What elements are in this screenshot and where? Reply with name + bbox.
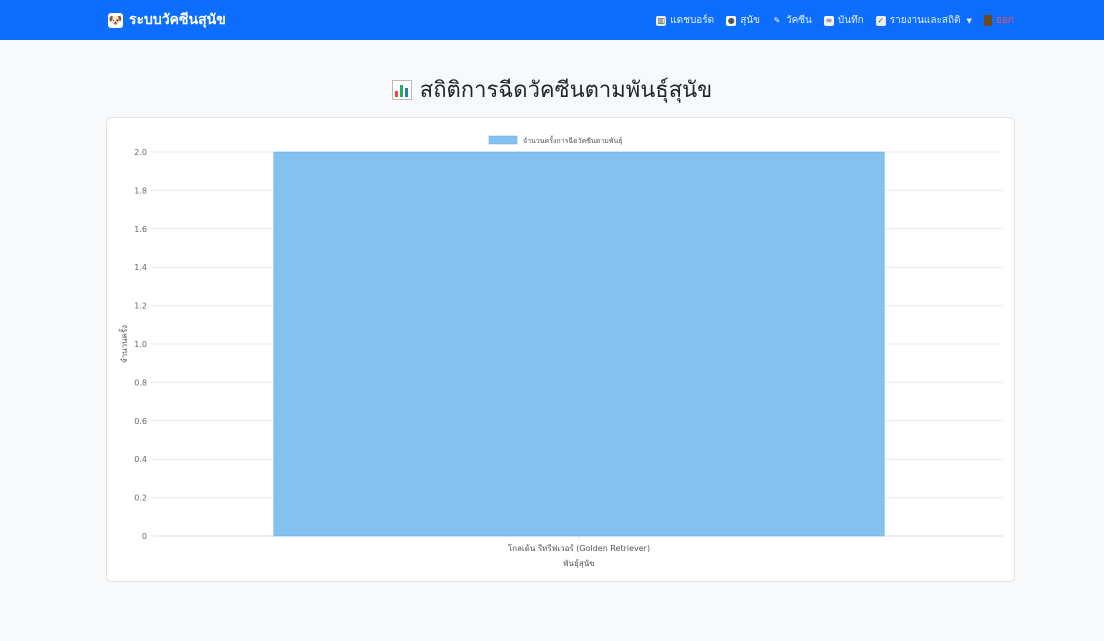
y-tick-label: 0.4 — [134, 455, 147, 464]
y-tick-label: 2.0 — [134, 148, 147, 157]
legend-label: จำนวนครั้งการฉีดวัคซีนตามพันธุ์ — [523, 134, 623, 145]
y-tick-label: 1.4 — [134, 263, 147, 272]
y-tick-label: 0.6 — [134, 417, 147, 426]
y-tick-label: 0.2 — [134, 494, 147, 503]
dog-icon: ● — [726, 15, 737, 26]
y-tick-label: 1.0 — [134, 340, 147, 349]
y-tick-label: 0 — [142, 532, 147, 541]
legend-swatch — [488, 135, 518, 145]
bar — [273, 151, 885, 537]
y-tick-label: 1.2 — [134, 302, 147, 311]
nav-dashboard-label: แดชบอร์ด — [670, 15, 715, 26]
dashboard-icon: ▥ — [656, 15, 667, 26]
y-tick-label: 1.6 — [134, 225, 147, 234]
report-icon: ✓ — [875, 15, 886, 26]
pen-icon: ✎ — [773, 15, 781, 25]
x-axis-title: พันธุ์สุนัข — [563, 558, 594, 568]
nav-reports-label: รายงานและสถิติ — [889, 15, 961, 26]
nav-logout[interactable]: ออก — [983, 13, 1014, 28]
page-title: สถิติการฉีดวัคซีนตามพันธุ์สุนัข — [419, 78, 713, 103]
brand-title: ระบบวัคซีนสุนัข — [129, 12, 226, 28]
nav-reports-dropdown[interactable]: ✓ รายงานและสถิติ ▼ — [875, 13, 972, 28]
page-heading: สถิติการฉีดวัคซีนตามพันธุ์สุนัข — [0, 72, 1104, 107]
top-navbar: 🐶 ระบบวัคซีนสุนัข ▥ แดชบอร์ด ● สุนัข ✎ ว… — [0, 0, 1104, 40]
bar-chart: 0 0.2 0.4 0.6 0.8 1.0 1.2 1.4 1.6 1.8 2.0 โกลเด้น ร… — [118, 134, 1003, 568]
dog-face-icon: 🐶 — [108, 12, 123, 28]
chart-card: 0 0.2 0.4 0.6 0.8 1.0 1.2 1.4 1.6 1.8 2.0 โกลเด้น ร… — [106, 117, 1015, 582]
x-tick-label: โกลเด้น รีทรีฟเวอร์ (Golden Retriever) — [508, 543, 650, 553]
logout-icon — [983, 15, 992, 26]
main-nav: ▥ แดชบอร์ด ● สุนัข ✎ วัคซีน ≡ บันทึก ✓ ร… — [656, 13, 1014, 28]
nav-dogs[interactable]: ● สุนัข — [726, 13, 760, 28]
y-tick-label: 1.8 — [134, 186, 147, 195]
bar-chart-icon — [391, 79, 412, 100]
nav-records-label: บันทึก — [837, 15, 864, 26]
y-tick-label: 0.8 — [134, 378, 147, 387]
nav-records[interactable]: ≡ บันทึก — [823, 13, 864, 28]
nav-vaccines-label: วัคซีน — [785, 15, 812, 26]
nav-logout-label: ออก — [995, 15, 1014, 26]
y-axis-title: จำนวนครั้ง — [118, 325, 129, 363]
chevron-down-icon: ▼ — [966, 16, 972, 25]
brand-link[interactable]: 🐶 ระบบวัคซีนสุนัข — [108, 9, 226, 31]
nav-dogs-label: สุนัข — [740, 15, 760, 26]
notebook-icon: ≡ — [823, 15, 834, 26]
nav-dashboard[interactable]: ▥ แดชบอร์ด — [656, 13, 714, 28]
nav-vaccines[interactable]: ✎ วัคซีน — [772, 13, 812, 28]
